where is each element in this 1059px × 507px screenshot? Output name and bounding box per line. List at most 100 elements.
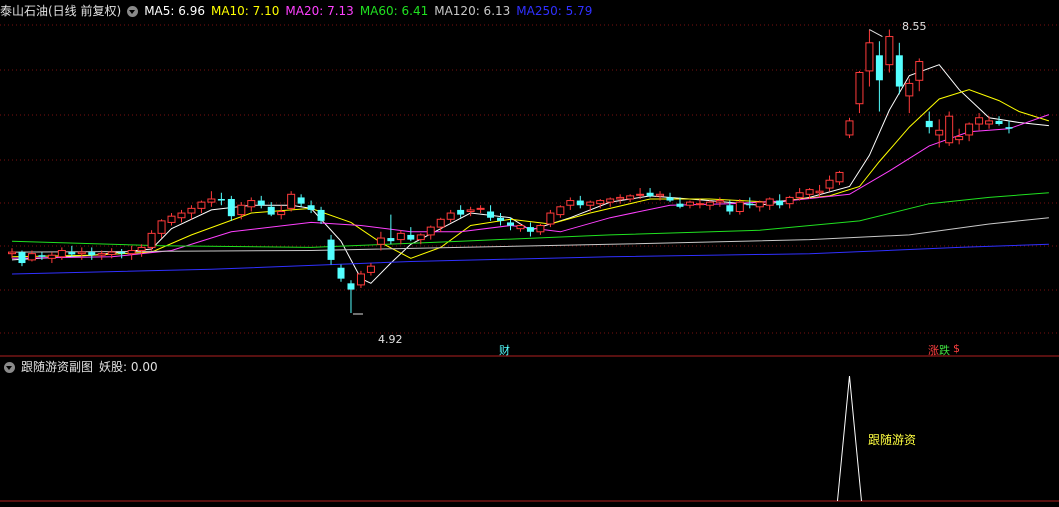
candle-body xyxy=(487,211,495,218)
sub-value: 妖股: 0.00 xyxy=(99,360,158,374)
candle-body xyxy=(47,254,56,259)
candle-body xyxy=(735,201,744,212)
candle-body xyxy=(965,123,974,136)
high-leader-line xyxy=(869,29,883,37)
candle-body xyxy=(825,179,834,189)
candle-body xyxy=(695,203,704,206)
candle-body xyxy=(835,171,844,183)
candle-body xyxy=(177,212,186,219)
candle-body xyxy=(546,212,555,225)
price-grid xyxy=(0,24,1059,502)
dropdown-icon[interactable] xyxy=(127,5,139,17)
candle-body xyxy=(107,251,116,255)
candle-body xyxy=(676,203,684,207)
candle-body xyxy=(137,246,146,252)
main-header: 泰山石油(日线 前复权) MA5: 6.96 MA10: 7.10 MA20: 7.… xyxy=(0,3,598,19)
stock-title[interactable]: 泰山石油(日线 前复权) xyxy=(0,3,121,19)
candle-body xyxy=(347,283,355,290)
candle-body xyxy=(805,189,814,195)
candle-body xyxy=(616,196,625,200)
candle-body xyxy=(57,250,66,258)
candle-body xyxy=(18,252,26,264)
sub-title[interactable]: 跟随游资副图 xyxy=(21,359,93,375)
candle-body xyxy=(38,255,46,257)
candle-body xyxy=(646,192,654,196)
candle-body xyxy=(416,234,425,241)
candle-body xyxy=(656,193,665,197)
candle-body xyxy=(536,225,545,233)
candle-body xyxy=(516,225,525,230)
ma-legend-item: MA5: 6.96 xyxy=(144,4,205,18)
candle-body xyxy=(795,192,804,198)
candle-body xyxy=(476,207,485,210)
candle-body xyxy=(356,273,365,286)
candle-body xyxy=(705,201,714,206)
candle-body xyxy=(526,227,534,232)
annotations xyxy=(352,29,883,315)
candle-body xyxy=(895,55,903,87)
candle-body xyxy=(167,215,176,223)
candle-body xyxy=(446,212,455,220)
candle-body xyxy=(77,251,86,255)
candle-body xyxy=(746,203,754,206)
candle-body xyxy=(88,252,96,256)
candle-body xyxy=(27,253,36,261)
candle-body xyxy=(97,253,106,256)
candle-body xyxy=(217,198,225,201)
candle-body xyxy=(257,200,265,206)
candle-body xyxy=(875,55,883,81)
candle-body xyxy=(68,252,76,255)
low-price-label: 4.92 xyxy=(378,333,403,346)
candle-body xyxy=(626,195,635,200)
ma-legend-item: MA20: 7.13 xyxy=(285,4,354,18)
ma-legend-item: MA250: 5.79 xyxy=(516,4,593,18)
candle-body xyxy=(147,232,156,248)
candle-body xyxy=(955,136,964,141)
ma-legend: MA5: 6.96 MA10: 7.10 MA20: 7.13 MA60: 6.41 M… xyxy=(144,3,598,19)
candle-body xyxy=(237,204,246,216)
ma-line-ma250 xyxy=(11,243,1049,275)
candle-body xyxy=(765,198,774,206)
candle-body xyxy=(197,201,206,209)
candle-body xyxy=(466,209,475,212)
candle-body xyxy=(945,115,954,144)
candle-body xyxy=(247,200,256,208)
candle-body xyxy=(327,239,335,260)
candle-body xyxy=(885,36,894,66)
candle-body xyxy=(307,205,315,210)
candle-body xyxy=(457,209,465,215)
candle-body xyxy=(985,120,994,125)
candle-body xyxy=(636,193,645,196)
candle-body xyxy=(407,234,415,240)
candle-body xyxy=(287,193,296,209)
candle-body xyxy=(376,237,385,245)
ma-line-ma20 xyxy=(11,114,1050,259)
candle-body xyxy=(187,207,196,214)
candle-body xyxy=(396,232,405,241)
candle-body xyxy=(127,250,136,255)
candle-body xyxy=(337,267,345,279)
candle-body xyxy=(865,42,874,72)
dropdown-icon[interactable] xyxy=(4,361,15,373)
ma-legend-item: MA120: 6.13 xyxy=(434,4,511,18)
candle-body xyxy=(975,117,984,125)
candle-body xyxy=(666,197,674,201)
candle-body xyxy=(207,198,216,203)
candle-body xyxy=(118,252,126,254)
candle-body xyxy=(715,200,724,203)
candle-body xyxy=(755,201,764,208)
candle-body xyxy=(925,120,933,128)
candle-body xyxy=(855,71,864,105)
finance-marker[interactable]: 财 xyxy=(499,342,510,358)
dollar-marker[interactable]: $ xyxy=(953,342,960,355)
candle-body xyxy=(227,198,235,217)
candle-body xyxy=(556,206,565,216)
candle-body xyxy=(507,222,514,226)
ma-legend-item: MA60: 6.41 xyxy=(359,4,429,18)
up-marker[interactable]: 涨 xyxy=(928,342,939,358)
signal-spike xyxy=(836,375,862,502)
candle-body xyxy=(267,206,275,215)
candle-body xyxy=(815,190,824,194)
down-marker[interactable]: 跌 xyxy=(939,342,950,358)
candle-body xyxy=(1005,127,1013,129)
